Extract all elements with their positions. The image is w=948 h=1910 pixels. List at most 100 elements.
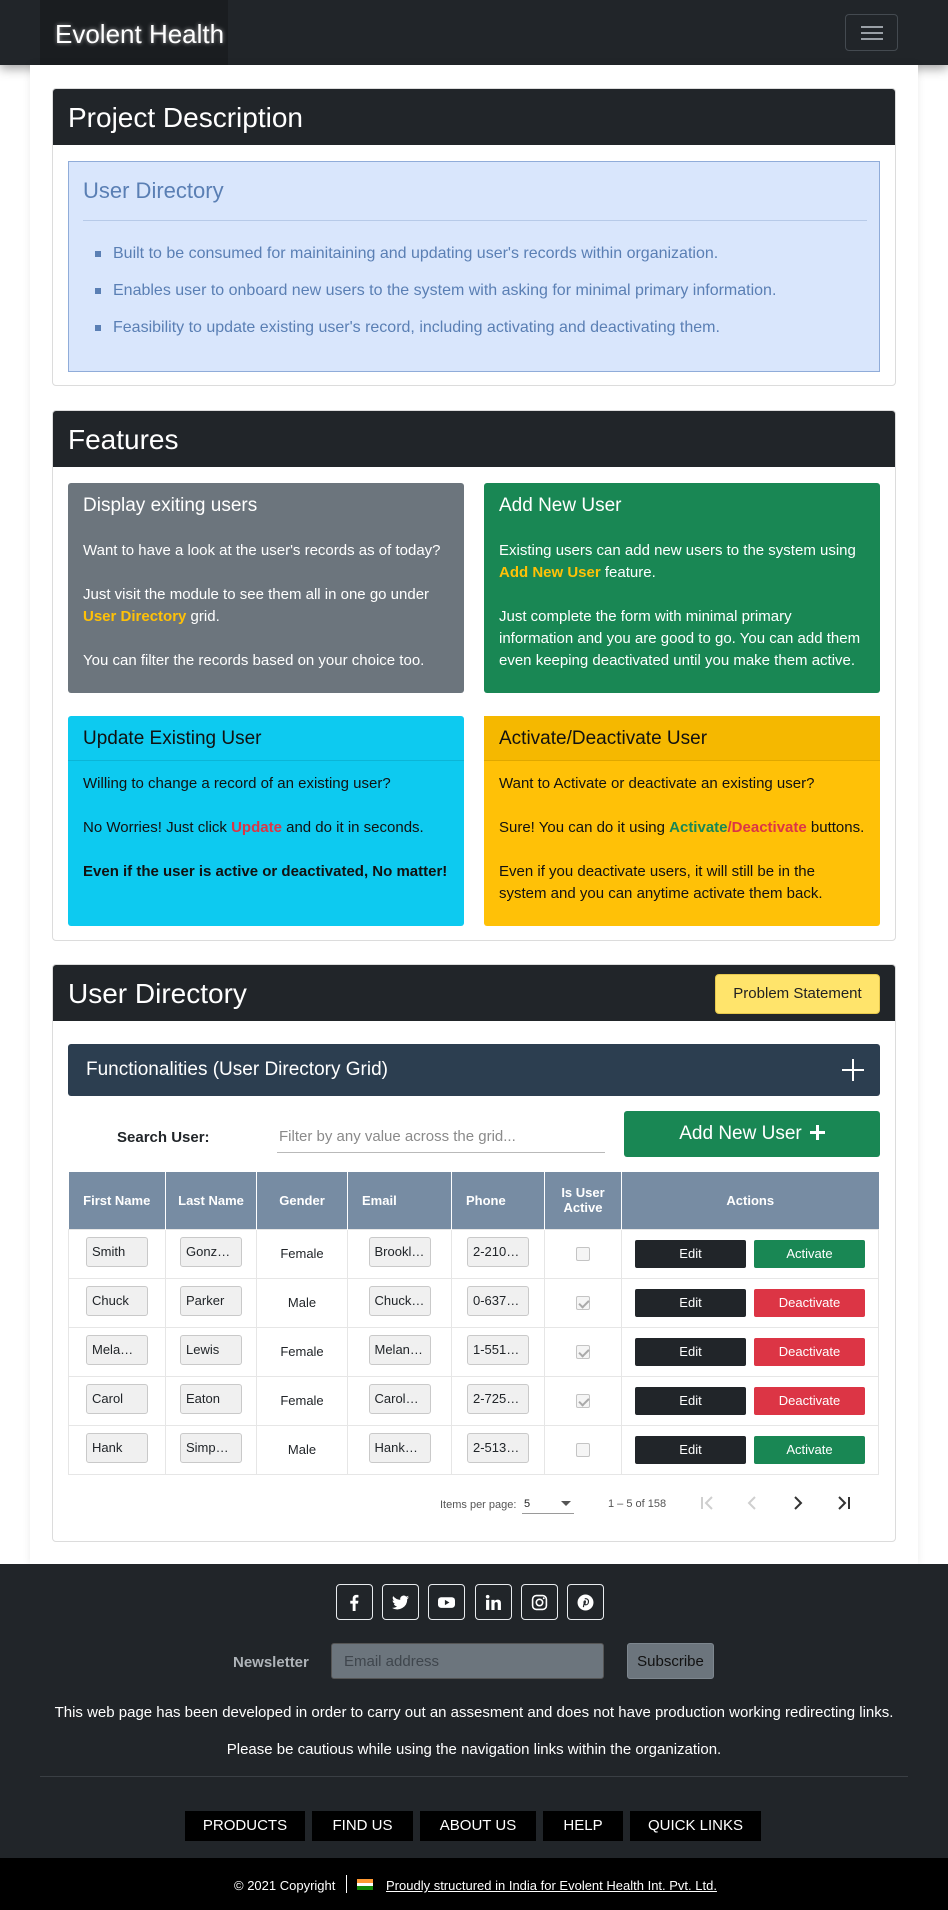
phone-field[interactable]: 2-513… — [467, 1433, 529, 1463]
activate-button[interactable]: Activate — [754, 1435, 865, 1464]
deactivate-button[interactable]: Deactivate — [754, 1288, 865, 1317]
instagram-icon[interactable] — [521, 1584, 558, 1620]
table-row: Smith Gonz… Female Brookly… 2-210… Edit Activa… — [68, 1228, 879, 1279]
last-name-field[interactable]: Lewis — [180, 1335, 242, 1365]
footer: Newsletter Subscribe This web page has b… — [0, 1564, 948, 1858]
project-description-heading: Project Description — [53, 89, 895, 145]
highlight-text: Update — [231, 819, 282, 836]
first-page-icon[interactable] — [695, 1491, 719, 1515]
feature-text: Existing users can add new users to the … — [499, 542, 856, 581]
edit-button[interactable]: Edit — [635, 1288, 746, 1317]
footer-link-about-us[interactable]: ABOUT US — [420, 1811, 536, 1841]
edit-button[interactable]: Edit — [635, 1239, 746, 1268]
column-header[interactable]: Last Name — [165, 1172, 257, 1229]
search-label: Search User: — [117, 1129, 210, 1146]
table-row: Mela… Lewis Female Melanie… 1-551… Edit Deacti… — [68, 1326, 879, 1377]
phone-field[interactable]: 0-637… — [467, 1286, 529, 1316]
activate-button[interactable]: Activate — [754, 1239, 865, 1268]
active-checkbox[interactable] — [576, 1345, 590, 1360]
search-input[interactable] — [277, 1121, 605, 1153]
column-header[interactable]: Phone — [451, 1172, 545, 1229]
pinterest-icon[interactable] — [567, 1584, 604, 1620]
menu-toggle-button[interactable] — [845, 14, 898, 51]
email-field[interactable]: Hank_S… — [368, 1433, 431, 1463]
project-description-box: User Directory Built to be consumed for … — [68, 161, 880, 372]
previous-page-icon[interactable] — [740, 1491, 764, 1515]
edit-button[interactable]: Edit — [635, 1386, 746, 1415]
next-page-icon[interactable] — [786, 1491, 810, 1515]
active-checkbox[interactable] — [576, 1443, 590, 1458]
gender-cell: Female — [256, 1326, 348, 1377]
deactivate-button[interactable]: Deactivate — [754, 1337, 865, 1366]
last-page-icon[interactable] — [832, 1491, 856, 1515]
credit-link[interactable]: Proudly structured in India for Evolent … — [386, 1878, 717, 1893]
phone-field[interactable]: 1-551… — [467, 1335, 529, 1365]
project-bullet-list: Built to be consumed for mainitaining an… — [95, 245, 776, 356]
table-row: Carol Eaton Female Carol_E… 2-725… Edit Deacti… — [68, 1375, 879, 1426]
feature-activate-deactivate: Activate/Deactivate User Want to Activat… — [484, 716, 880, 926]
highlight-text: Add New User — [499, 564, 601, 581]
feature-text: No Worries! Just click Update and do it … — [83, 819, 424, 836]
features-heading: Features — [53, 411, 895, 467]
column-header[interactable]: Gender — [256, 1172, 348, 1229]
page-size-select[interactable]: 5 — [522, 1492, 574, 1514]
first-name-field[interactable]: Mela… — [86, 1335, 148, 1365]
footer-link-help[interactable]: HELP — [543, 1811, 623, 1841]
edit-button[interactable]: Edit — [635, 1337, 746, 1366]
newsletter-email-field[interactable] — [331, 1643, 604, 1679]
feature-text: Even if you deactivate users, it will st… — [499, 863, 823, 902]
active-checkbox[interactable] — [576, 1296, 590, 1311]
copyright-bar: © 2021 Copyright Proudly structured in I… — [0, 1858, 948, 1910]
plus-icon[interactable] — [842, 1059, 864, 1081]
feature-text: You can filter the records based on your… — [83, 652, 425, 669]
email-field[interactable]: Melanie… — [368, 1335, 431, 1365]
phone-field[interactable]: 2-210… — [467, 1237, 529, 1267]
table-row: Hank Simp… Male Hank_S… 2-513… Edit Activate — [68, 1424, 879, 1475]
feature-text: Want to have a look at the user's record… — [83, 542, 441, 559]
functionalities-accordion[interactable]: Functionalities (User Directory Grid) — [68, 1044, 880, 1096]
footer-link-find-us[interactable]: FIND US — [312, 1811, 413, 1841]
column-header[interactable]: Is User Active — [544, 1172, 622, 1229]
first-name-field[interactable]: Hank — [86, 1433, 148, 1463]
feature-text: Willing to change a record of an existin… — [83, 775, 391, 792]
last-name-field[interactable]: Parker — [180, 1286, 242, 1316]
column-header[interactable]: Email — [347, 1172, 452, 1229]
user-directory-table: First Name Last Name Gender Email Phone … — [68, 1172, 879, 1475]
add-new-user-button[interactable]: Add New User — [624, 1111, 880, 1157]
highlight-text: User Directory — [83, 608, 187, 625]
column-header[interactable]: First Name — [68, 1172, 166, 1229]
plus-icon — [809, 1125, 825, 1140]
table-header-row: First Name Last Name Gender Email Phone … — [68, 1172, 879, 1229]
edit-button[interactable]: Edit — [635, 1435, 746, 1464]
subscribe-button[interactable]: Subscribe — [627, 1643, 714, 1679]
feature-title: Activate/Deactivate User — [484, 716, 880, 761]
last-name-field[interactable]: Simp… — [180, 1433, 242, 1463]
items-per-page-label: Items per page: — [440, 1499, 517, 1511]
twitter-icon[interactable] — [382, 1584, 419, 1620]
project-box-title: User Directory — [83, 178, 224, 203]
last-name-field[interactable]: Gonz… — [180, 1237, 242, 1267]
first-name-field[interactable]: Smith — [86, 1237, 148, 1267]
list-item: Feasibility to update existing user's re… — [95, 319, 776, 356]
brand-logo[interactable]: Evolent Health — [40, 0, 228, 65]
problem-statement-button[interactable]: Problem Statement — [715, 974, 880, 1014]
facebook-icon[interactable] — [336, 1584, 373, 1620]
email-field[interactable]: Chuck_… — [368, 1286, 431, 1316]
linkedin-icon[interactable] — [475, 1584, 512, 1620]
feature-update-user: Update Existing User Willing to change a… — [68, 716, 464, 926]
active-checkbox[interactable] — [576, 1394, 590, 1409]
deactivate-button[interactable]: Deactivate — [754, 1386, 865, 1415]
first-name-field[interactable]: Carol — [86, 1384, 148, 1414]
footer-link-quick-links[interactable]: QUICK LINKS — [630, 1811, 761, 1841]
first-name-field[interactable]: Chuck — [86, 1286, 148, 1316]
list-item: Built to be consumed for mainitaining an… — [95, 245, 776, 282]
user-directory-card: User Directory Problem Statement Functio… — [52, 964, 896, 1542]
email-field[interactable]: Carol_E… — [368, 1384, 431, 1414]
phone-field[interactable]: 2-725… — [467, 1384, 529, 1414]
email-field[interactable]: Brookly… — [368, 1237, 431, 1267]
last-name-field[interactable]: Eaton — [180, 1384, 242, 1414]
divider — [40, 1776, 908, 1777]
footer-link-products[interactable]: PRODUCTS — [185, 1811, 305, 1841]
youtube-icon[interactable] — [428, 1584, 465, 1620]
active-checkbox[interactable] — [576, 1247, 590, 1262]
